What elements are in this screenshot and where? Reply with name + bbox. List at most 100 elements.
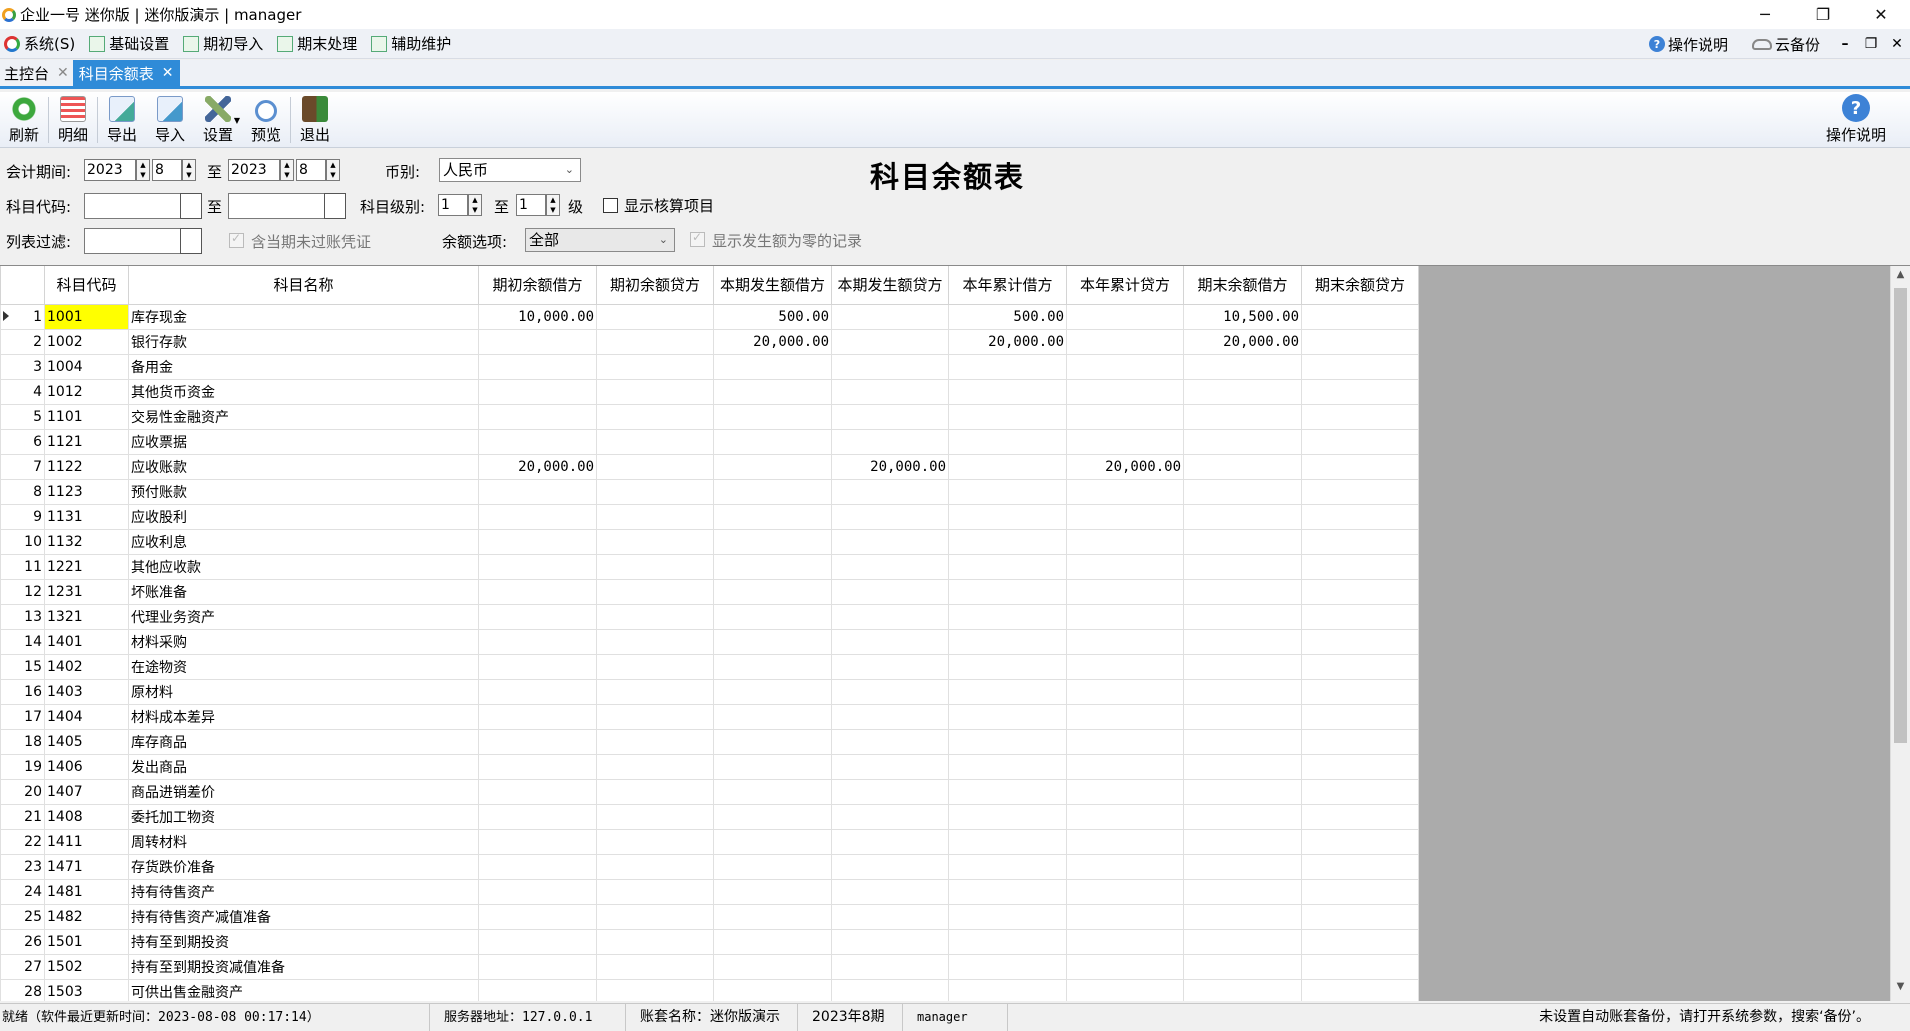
- ytd-debit-cell[interactable]: [948, 378, 1067, 405]
- closing-credit-cell[interactable]: [1301, 603, 1419, 630]
- period-credit-cell[interactable]: [831, 828, 949, 855]
- export-button[interactable]: 导出: [98, 92, 146, 148]
- closing-debit-cell[interactable]: [1183, 653, 1302, 680]
- account-code-cell[interactable]: 1321: [44, 603, 129, 630]
- account-name-cell[interactable]: 应收股利: [128, 503, 479, 530]
- ytd-credit-cell[interactable]: [1066, 703, 1184, 730]
- table-row[interactable]: 22 1411 周转材料: [0, 828, 1419, 855]
- opening-credit-cell[interactable]: [596, 353, 714, 380]
- vertical-scrollbar[interactable]: ▲ ▼: [1890, 266, 1910, 1001]
- closing-credit-cell[interactable]: [1301, 503, 1419, 530]
- account-name-cell[interactable]: 预付账款: [128, 478, 479, 505]
- account-code-cell[interactable]: 1401: [44, 628, 129, 655]
- opening-debit-cell[interactable]: [478, 803, 597, 830]
- table-row[interactable]: 8 1123 预付账款: [0, 478, 1419, 505]
- period-debit-cell[interactable]: [713, 353, 832, 380]
- column-header-opening-debit[interactable]: 期初余额借方: [478, 266, 597, 305]
- ytd-credit-cell[interactable]: [1066, 428, 1184, 455]
- opening-credit-cell[interactable]: [596, 703, 714, 730]
- tab-main-console[interactable]: 主控台 ✕: [0, 60, 73, 86]
- period-credit-cell[interactable]: [831, 903, 949, 930]
- account-name-cell[interactable]: 其他货币资金: [128, 378, 479, 405]
- ytd-credit-cell[interactable]: [1066, 853, 1184, 880]
- period-debit-cell[interactable]: [713, 928, 832, 955]
- opening-debit-cell[interactable]: [478, 778, 597, 805]
- opening-credit-cell[interactable]: [596, 428, 714, 455]
- table-row[interactable]: 1 1001 库存现金 10,000.00 500.00 500.00 10,500.00: [0, 303, 1419, 330]
- period-debit-cell[interactable]: [713, 878, 832, 905]
- ytd-credit-cell[interactable]: 20,000.00: [1066, 453, 1184, 480]
- opening-debit-cell[interactable]: [478, 853, 597, 880]
- opening-credit-cell[interactable]: [596, 628, 714, 655]
- account-name-cell[interactable]: 持有至到期投资: [128, 928, 479, 955]
- account-name-cell[interactable]: 其他应收款: [128, 553, 479, 580]
- closing-debit-cell[interactable]: [1183, 903, 1302, 930]
- column-header-opening-credit[interactable]: 期初余额贷方: [596, 266, 714, 305]
- table-row[interactable]: 20 1407 商品进销差价: [0, 778, 1419, 805]
- account-name-cell[interactable]: 代理业务资产: [128, 603, 479, 630]
- close-window-button[interactable]: ✕: [1852, 0, 1910, 29]
- period-debit-cell[interactable]: 500.00: [713, 303, 832, 330]
- period-credit-cell[interactable]: [831, 353, 949, 380]
- period-credit-cell[interactable]: [831, 703, 949, 730]
- ytd-credit-cell[interactable]: [1066, 953, 1184, 980]
- ytd-credit-cell[interactable]: [1066, 628, 1184, 655]
- ytd-debit-cell[interactable]: [948, 803, 1067, 830]
- account-code-cell[interactable]: 1131: [44, 503, 129, 530]
- opening-debit-cell[interactable]: [478, 428, 597, 455]
- ytd-debit-cell[interactable]: [948, 978, 1067, 1001]
- period-credit-cell[interactable]: [831, 753, 949, 780]
- period-debit-cell[interactable]: [713, 703, 832, 730]
- closing-credit-cell[interactable]: [1301, 303, 1419, 330]
- account-code-cell[interactable]: 1502: [44, 953, 129, 980]
- closing-debit-cell[interactable]: [1183, 603, 1302, 630]
- refresh-button[interactable]: 刷新: [0, 92, 48, 148]
- closing-credit-cell[interactable]: [1301, 478, 1419, 505]
- account-code-cell[interactable]: 1122: [44, 453, 129, 480]
- ytd-debit-cell[interactable]: [948, 753, 1067, 780]
- scroll-up-icon[interactable]: ▲: [1891, 269, 1910, 287]
- table-row[interactable]: 4 1012 其他货币资金: [0, 378, 1419, 405]
- ytd-debit-cell[interactable]: [948, 478, 1067, 505]
- period-credit-cell[interactable]: [831, 603, 949, 630]
- preview-button[interactable]: 预览: [242, 92, 290, 148]
- account-code-cell[interactable]: 1231: [44, 578, 129, 605]
- closing-credit-cell[interactable]: [1301, 878, 1419, 905]
- opening-debit-cell[interactable]: [478, 528, 597, 555]
- period-credit-cell[interactable]: [831, 478, 949, 505]
- opening-credit-cell[interactable]: [596, 478, 714, 505]
- ytd-debit-cell[interactable]: [948, 853, 1067, 880]
- ytd-debit-cell[interactable]: 500.00: [948, 303, 1067, 330]
- closing-debit-cell[interactable]: [1183, 503, 1302, 530]
- closing-debit-cell[interactable]: [1183, 378, 1302, 405]
- list-filter-input[interactable]: [84, 228, 182, 254]
- period-debit-cell[interactable]: [713, 853, 832, 880]
- account-name-cell[interactable]: 在途物资: [128, 653, 479, 680]
- scroll-down-icon[interactable]: ▼: [1891, 981, 1910, 999]
- period-debit-cell[interactable]: [713, 378, 832, 405]
- level-to-input[interactable]: 1: [516, 194, 546, 216]
- ytd-debit-cell[interactable]: 20,000.00: [948, 328, 1067, 355]
- period-debit-cell[interactable]: [713, 428, 832, 455]
- ytd-credit-cell[interactable]: [1066, 478, 1184, 505]
- closing-credit-cell[interactable]: [1301, 678, 1419, 705]
- closing-debit-cell[interactable]: [1183, 953, 1302, 980]
- opening-debit-cell[interactable]: [478, 628, 597, 655]
- period-debit-cell[interactable]: [713, 403, 832, 430]
- period-debit-cell[interactable]: [713, 503, 832, 530]
- opening-credit-cell[interactable]: [596, 653, 714, 680]
- account-code-cell[interactable]: 1471: [44, 853, 129, 880]
- account-name-cell[interactable]: 备用金: [128, 353, 479, 380]
- ytd-credit-cell[interactable]: [1066, 403, 1184, 430]
- period-credit-cell[interactable]: [831, 853, 949, 880]
- year-to-stepper[interactable]: ▲ ▼: [280, 159, 294, 181]
- minimize-button[interactable]: ─: [1736, 0, 1794, 29]
- account-name-cell[interactable]: 坏账准备: [128, 578, 479, 605]
- opening-debit-cell[interactable]: [478, 403, 597, 430]
- opening-credit-cell[interactable]: [596, 853, 714, 880]
- opening-credit-cell[interactable]: [596, 903, 714, 930]
- account-name-cell[interactable]: 持有至到期投资减值准备: [128, 953, 479, 980]
- ytd-debit-cell[interactable]: [948, 903, 1067, 930]
- account-name-cell[interactable]: 库存商品: [128, 728, 479, 755]
- table-row[interactable]: 24 1481 持有待售资产: [0, 878, 1419, 905]
